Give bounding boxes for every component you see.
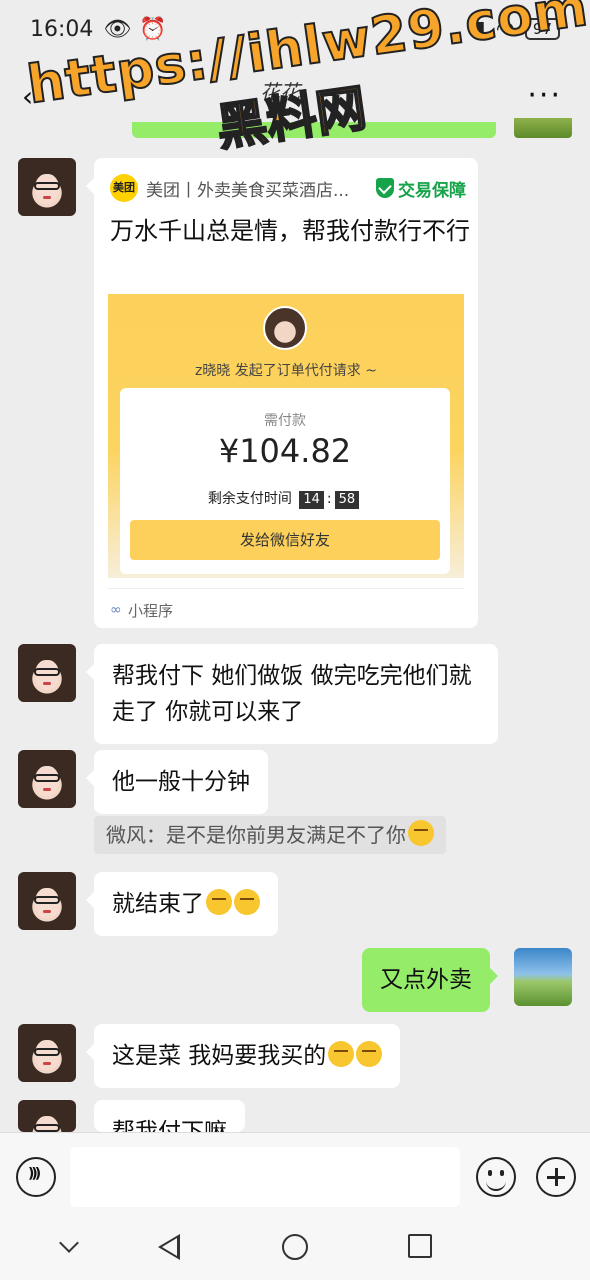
timer-minutes: 14 — [299, 491, 324, 509]
laughing-emoji-icon — [328, 1041, 355, 1067]
amount-label: 需付款 — [264, 413, 306, 429]
payment-box: 需付款 ¥104.82 剩余支付时间 14:58 发给微信好友 — [120, 388, 450, 574]
amount-value: ¥104.82 — [218, 432, 352, 470]
message-text: 就结束了 — [112, 891, 204, 917]
previous-message-bubble[interactable] — [132, 122, 496, 138]
contact-avatar[interactable] — [18, 750, 76, 808]
card-title: 万水千山总是情，帮我付款行不行 — [110, 217, 470, 245]
message-bubble[interactable]: 就结束了 — [86, 872, 278, 936]
contact-avatar[interactable] — [18, 872, 76, 930]
status-icons-left: 👁 ⏰ — [103, 17, 166, 42]
voice-input-button[interactable] — [16, 1157, 56, 1197]
status-time: 16:04 — [30, 16, 94, 42]
my-avatar[interactable] — [514, 948, 572, 1006]
mini-program-card[interactable]: 美团 美团丨外卖美食买菜酒店... 交易保障 万水千山总是情，帮我付款行不行 z… — [86, 158, 478, 628]
eye-icon: 👁 — [103, 16, 132, 42]
add-more-button[interactable] — [536, 1157, 576, 1197]
message-text: 这是菜 我妈要我买的 — [112, 1043, 327, 1069]
chat-title: 花花 — [260, 80, 300, 104]
card-guarantee: 交易保障 — [398, 181, 466, 201]
mini-program-icon: ∞ — [110, 602, 122, 618]
smirk-emoji-icon — [408, 820, 434, 846]
message-text: 帮我付下嘛 — [112, 1119, 227, 1132]
message-bubble[interactable]: 帮我付下嘛 — [94, 1100, 245, 1132]
status-bar: 16:04 👁 ⏰ ▮ ◠ 97 — [0, 0, 590, 58]
message-bubble[interactable]: 这是菜 我妈要我买的 — [85, 1024, 401, 1088]
message-bubble[interactable]: 帮我付下 她们做饭 做完吃完他们就走了 你就可以来了 — [86, 644, 498, 744]
nav-recents-icon[interactable] — [408, 1234, 432, 1258]
quoted-message[interactable]: 微风：是不是你前男友满足不了你 — [94, 816, 446, 854]
contact-avatar[interactable] — [18, 1100, 76, 1132]
zipper-mouth-emoji-icon — [206, 889, 232, 915]
payment-timer: 剩余支付时间 14:58 — [120, 488, 450, 509]
message-input-bar — [0, 1132, 590, 1218]
contact-avatar[interactable] — [18, 1024, 76, 1082]
card-divider — [108, 588, 464, 589]
status-icons-right: ▮ ◠ 97 — [474, 17, 560, 42]
zipper-mouth-emoji-icon — [234, 889, 260, 915]
message-bubble[interactable]: 他一般十分钟 — [86, 750, 268, 814]
wifi-icon: ◠ — [495, 16, 515, 42]
battery-indicator: 97 — [524, 18, 560, 40]
alarm-icon: ⏰ — [139, 16, 167, 42]
quote-text: 微风：是不是你前男友满足不了你 — [106, 823, 406, 847]
back-arrow-icon[interactable]: ‹ — [22, 80, 33, 113]
message-text: 他一般十分钟 — [112, 769, 250, 795]
send-to-friend-button[interactable]: 发给微信好友 — [130, 520, 440, 560]
message-text: 又点外卖 — [380, 967, 472, 993]
nav-back-icon[interactable] — [158, 1234, 180, 1260]
timer-label: 剩余支付时间 — [207, 491, 292, 507]
requester-avatar — [263, 306, 307, 350]
requester-text: z晓晓 发起了订单代付请求 ~ — [195, 363, 377, 379]
card-footer: 小程序 — [128, 602, 174, 620]
laughing-emoji-icon — [356, 1041, 383, 1067]
meituan-logo: 美团 — [110, 174, 138, 202]
signal-icon: ▮ — [473, 16, 486, 42]
emoji-button[interactable] — [476, 1157, 516, 1197]
card-payment-panel: z晓晓 发起了订单代付请求 ~ 需付款 ¥104.82 剩余支付时间 14:58… — [108, 294, 464, 578]
message-input[interactable] — [70, 1147, 460, 1207]
shield-icon — [376, 178, 394, 198]
my-message-bubble[interactable]: 又点外卖 — [362, 948, 498, 1012]
message-text: 帮我付下 她们做饭 做完吃完他们就走了 你就可以来了 — [112, 663, 472, 725]
timer-seconds: 58 — [334, 491, 360, 509]
hide-nav-icon[interactable] — [59, 1233, 79, 1253]
contact-avatar[interactable] — [18, 158, 76, 216]
nav-home-icon[interactable] — [282, 1234, 308, 1260]
system-nav-bar — [0, 1218, 590, 1280]
my-avatar[interactable] — [514, 118, 572, 138]
card-source: 美团丨外卖美食买菜酒店... — [146, 181, 350, 201]
contact-avatar[interactable] — [18, 644, 76, 702]
timer-separator: : — [326, 491, 332, 507]
more-options-icon[interactable]: ··· — [527, 78, 562, 113]
